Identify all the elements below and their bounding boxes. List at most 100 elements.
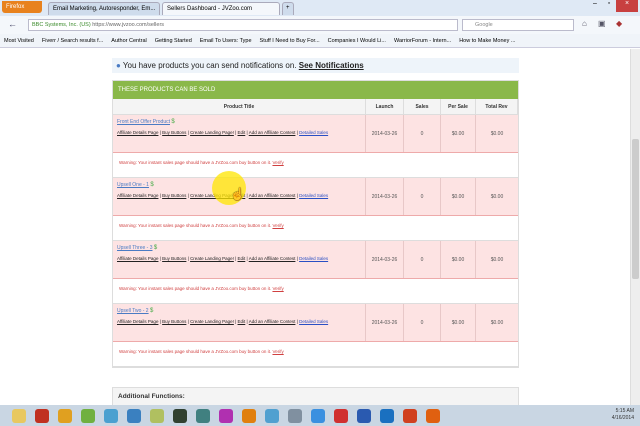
product-title-link[interactable]: Upsell One - 1	[117, 182, 149, 188]
per-sale: $0.00	[441, 241, 476, 278]
bookmark-item[interactable]: Companies I Would Li...	[328, 38, 386, 44]
action-link[interactable]: Create Landing Page!	[190, 130, 234, 135]
info-icon: ●	[116, 61, 121, 70]
warning-text: Warning: Your instant sales page should …	[119, 286, 272, 291]
action-link[interactable]: Detailed Sales	[299, 130, 328, 135]
verify-link[interactable]: Verify	[272, 286, 283, 291]
col-product-title[interactable]: Product Title	[113, 99, 366, 114]
powerpoint-icon[interactable]	[403, 408, 417, 423]
col-per-sale[interactable]: Per Sale	[441, 99, 476, 114]
bookmark-item[interactable]: WarriorForum - Intern...	[394, 38, 451, 44]
dollar-icon: $	[150, 182, 154, 188]
action-link[interactable]: Buy Buttons	[162, 319, 186, 324]
lync-icon[interactable]	[265, 408, 279, 423]
url-bar[interactable]: BBC Systems, Inc. (US) https://www.jvzoo…	[28, 19, 458, 31]
filezilla-icon[interactable]	[35, 408, 49, 423]
launch-date: 2014-03-26	[366, 304, 404, 341]
bookmark-item[interactable]: Getting Started	[155, 38, 192, 44]
per-sale: $0.00	[441, 178, 476, 215]
action-link[interactable]: Buy Buttons	[162, 193, 186, 198]
app1-icon[interactable]	[104, 408, 118, 423]
firefox-menu-button[interactable]: Firefox	[2, 1, 42, 13]
col-sales[interactable]: Sales	[404, 99, 441, 114]
audacity-icon[interactable]	[242, 408, 256, 423]
back-icon[interactable]: ←	[8, 19, 17, 29]
action-link[interactable]: Add an Affiliate Contest	[249, 193, 296, 198]
action-link[interactable]: Create Landing Page!	[190, 319, 234, 324]
dragon-icon[interactable]	[81, 408, 95, 423]
maximize-button[interactable]: ▫	[602, 0, 616, 12]
products-table: THESE PRODUCTS CAN BE SOLD Product Title…	[112, 80, 519, 368]
picasa-icon[interactable]	[219, 408, 233, 423]
minimize-button[interactable]: –	[588, 0, 602, 12]
app3-icon[interactable]	[173, 408, 187, 423]
bookmark-item[interactable]: Stuff I Need to Buy For...	[260, 38, 320, 44]
col-total-rev[interactable]: Total Rev	[476, 99, 518, 114]
word-icon[interactable]	[357, 408, 371, 423]
action-link[interactable]: Edit	[238, 319, 246, 324]
scrollbar-thumb[interactable]	[632, 139, 639, 279]
ie-icon[interactable]	[311, 408, 325, 423]
chrome-icon[interactable]	[58, 408, 72, 423]
table-row: Upsell One - 1 $ Affiliate Details Page …	[113, 178, 518, 216]
verify-link[interactable]: Verify	[272, 349, 283, 354]
product-cell: Front End Offer Product $ Affiliate Deta…	[113, 115, 366, 152]
launch-date: 2014-03-26	[366, 178, 404, 215]
action-link[interactable]: Add an Affiliate Contest	[249, 256, 296, 261]
search-input[interactable]: Google	[462, 19, 574, 31]
new-tab-button[interactable]: +	[282, 2, 294, 15]
action-link[interactable]: Add an Affiliate Contest	[249, 130, 296, 135]
bookmark-item[interactable]: How to Make Money ...	[459, 38, 515, 44]
per-sale: $0.00	[441, 115, 476, 152]
action-link[interactable]: Affiliate Details Page	[117, 193, 158, 198]
tab-email-marketing[interactable]: Email Marketing, Autoresponder, Em...	[48, 2, 160, 15]
notes-icon[interactable]	[150, 408, 164, 423]
action-link[interactable]: Affiliate Details Page	[117, 256, 158, 261]
close-button[interactable]: ×	[616, 0, 638, 12]
action-link[interactable]: Add an Affiliate Contest	[249, 319, 296, 324]
sales-count: 0	[404, 178, 441, 215]
bookmarks-icon[interactable]: ▣	[598, 19, 606, 28]
product-title-link[interactable]: Upsell Two - 2	[117, 308, 149, 314]
action-link[interactable]: Affiliate Details Page	[117, 319, 158, 324]
warning-text: Warning: Your instant sales page should …	[119, 349, 272, 354]
warning-row: Warning: Your instant sales page should …	[113, 342, 518, 367]
product-cell: Upsell Two - 2 $ Affiliate Details Page …	[113, 304, 366, 341]
acrobat-icon[interactable]	[334, 408, 348, 423]
col-launch[interactable]: Launch	[366, 99, 404, 114]
app2-icon[interactable]	[127, 408, 141, 423]
action-link[interactable]: Detailed Sales	[299, 256, 328, 261]
verify-link[interactable]: Verify	[272, 160, 283, 165]
bookmark-item[interactable]: Author Central	[111, 38, 146, 44]
addon-icon[interactable]: ◆	[616, 19, 622, 28]
product-title-link[interactable]: Front End Offer Product	[117, 119, 170, 125]
product-title-link[interactable]: Upsell Three - 3	[117, 245, 152, 251]
explorer-icon[interactable]	[12, 408, 26, 423]
action-link[interactable]: Detailed Sales	[299, 319, 328, 324]
action-link[interactable]: Buy Buttons	[162, 256, 186, 261]
tab-sellers-dashboard[interactable]: Sellers Dashboard - JVZoo.com	[162, 2, 280, 15]
action-link[interactable]: Detailed Sales	[299, 193, 328, 198]
see-notifications-link[interactable]: See Notifications	[299, 61, 364, 70]
bookmark-item[interactable]: Fiverr / Search results f...	[42, 38, 103, 44]
scrollbar[interactable]	[630, 49, 640, 405]
outlook-icon[interactable]	[380, 408, 394, 423]
warning-row: Warning: Your instant sales page should …	[113, 279, 518, 304]
product-actions: Affiliate Details Page | Buy Buttons | C…	[117, 256, 329, 261]
verify-link[interactable]: Verify	[272, 223, 283, 228]
clock-date: 4/16/2014	[611, 415, 634, 421]
warning-row: Warning: Your instant sales page should …	[113, 216, 518, 241]
action-link[interactable]: Edit	[238, 130, 246, 135]
action-link[interactable]: Buy Buttons	[162, 130, 186, 135]
action-link[interactable]: Edit	[238, 256, 246, 261]
app4-icon[interactable]	[196, 408, 210, 423]
bookmark-item[interactable]: Most Visited	[4, 38, 34, 44]
total-rev: $0.00	[490, 193, 504, 200]
action-link[interactable]: Create Landing Page!	[190, 256, 234, 261]
home-icon[interactable]: ⌂	[582, 19, 587, 28]
firefox-icon[interactable]	[426, 408, 440, 423]
url-text: https://www.jvzoo.com/sellers	[92, 22, 165, 28]
action-link[interactable]: Affiliate Details Page	[117, 130, 158, 135]
bookmark-item[interactable]: Email To Users: Type	[200, 38, 252, 44]
app5-icon[interactable]	[288, 408, 302, 423]
